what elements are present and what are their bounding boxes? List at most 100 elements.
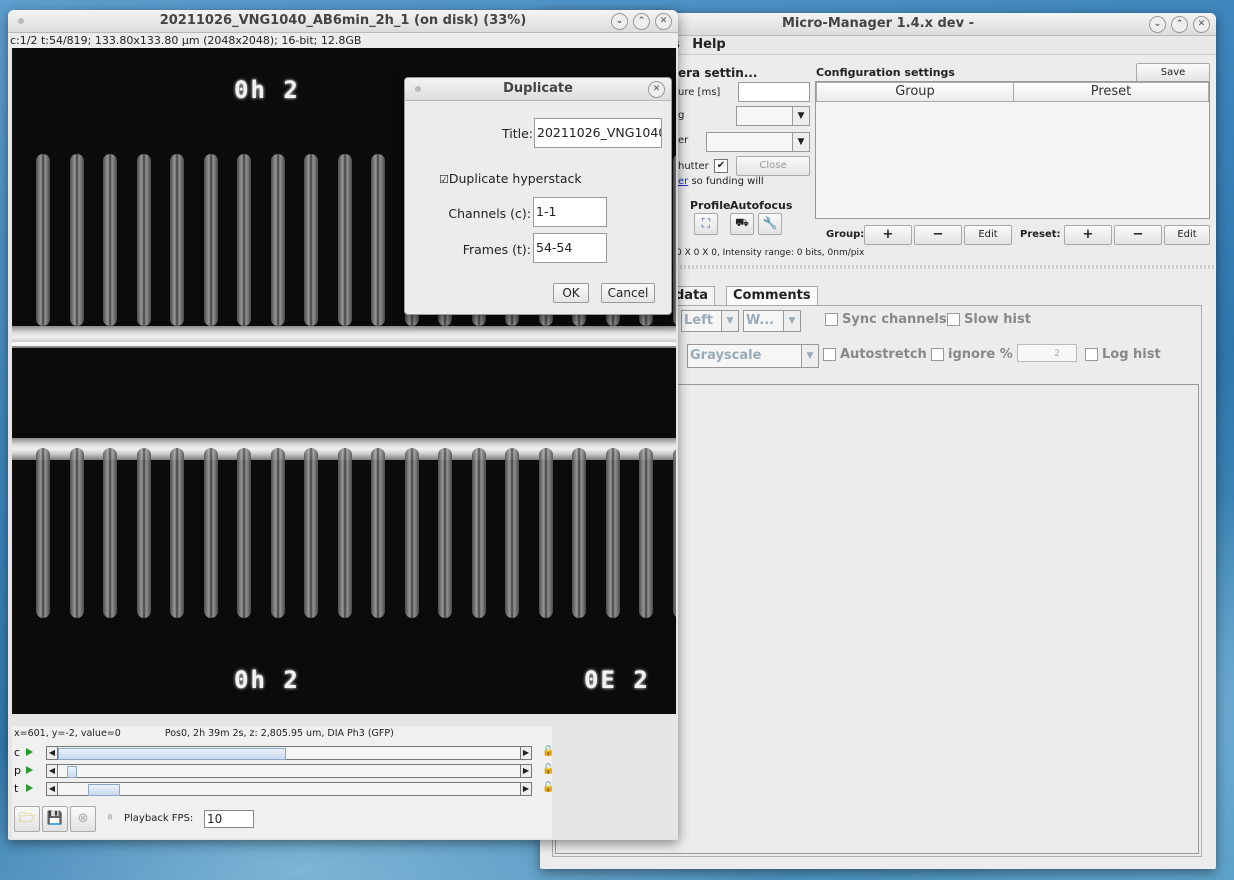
- position-label-bottom-left: 0h 2: [234, 666, 300, 694]
- growth-channel: [672, 154, 676, 326]
- duplicate-dialog-title: Duplicate: [503, 81, 573, 96]
- binning-select[interactable]: ▼: [736, 106, 810, 126]
- colormap-value: Grayscale: [690, 348, 762, 363]
- growth-channel: [371, 154, 385, 326]
- close-shutter-button[interactable]: Close: [736, 156, 810, 176]
- save-icon[interactable]: 💾: [42, 806, 68, 832]
- close-window-button[interactable]: ✕: [1193, 16, 1210, 33]
- growth-channel: [203, 154, 218, 326]
- position-scrollbar[interactable]: ◀ ▶: [46, 764, 532, 778]
- menu-item-help[interactable]: Help: [692, 37, 725, 52]
- sync-channels-checkbox[interactable]: Sync channels: [825, 312, 947, 327]
- group-column-header[interactable]: Group: [816, 82, 1014, 102]
- funding-link[interactable]: er: [678, 176, 688, 187]
- growth-channel: [538, 448, 553, 618]
- minimize-button[interactable]: ⌄: [611, 13, 628, 30]
- shutter-select[interactable]: ▼: [706, 132, 810, 152]
- maximize-button[interactable]: ⌃: [1171, 16, 1188, 33]
- growth-channel: [170, 448, 184, 618]
- close-window-button[interactable]: ✕: [655, 13, 672, 30]
- arrow-left-icon[interactable]: ◀: [47, 747, 58, 759]
- position-scroll-thumb[interactable]: [67, 766, 78, 778]
- binoculars-icon[interactable]: ⛟: [730, 213, 754, 235]
- cursor-value-text: x=601, y=-2, value=0: [14, 728, 121, 739]
- lock-icon[interactable]: 🔓: [542, 746, 554, 758]
- channel-scrollbar[interactable]: ◀ ▶: [46, 746, 532, 760]
- edit-preset-button[interactable]: Edit: [1164, 225, 1210, 245]
- edit-group-button[interactable]: Edit: [964, 225, 1012, 245]
- autostretch-label: Autostretch: [840, 347, 927, 362]
- ignore-percent-spinner[interactable]: 2: [1017, 344, 1077, 362]
- colormap-select[interactable]: Grayscale ▼: [687, 344, 819, 368]
- chevron-down-icon: ▼: [721, 311, 738, 331]
- maximize-button[interactable]: ⌃: [633, 13, 650, 30]
- auto-shutter-checkbox[interactable]: ✔: [714, 159, 728, 173]
- chevron-down-icon: ▼: [783, 311, 800, 331]
- growth-channel: [36, 448, 50, 618]
- autostretch-checkbox[interactable]: Autostretch: [823, 347, 927, 362]
- title-field[interactable]: 20211026_VNG1040: [534, 118, 662, 148]
- exposure-input[interactable]: [738, 82, 810, 102]
- chevron-down-icon: ▼: [792, 133, 809, 151]
- wrench-icon[interactable]: 🔧: [758, 213, 782, 235]
- camera-settings-title: era settin...: [678, 66, 758, 80]
- image-window-titlebar[interactable]: 20211026_VNG1040_AB6min_2h_1 (on disk) (…: [8, 10, 678, 33]
- ok-button[interactable]: OK: [553, 283, 589, 303]
- growth-channel: [136, 154, 151, 326]
- growth-channel: [505, 448, 519, 618]
- log-hist-checkbox[interactable]: Log hist: [1085, 347, 1161, 362]
- channels-field[interactable]: 1-1: [533, 197, 607, 227]
- ignore-percent-label: ignore %: [948, 347, 1013, 362]
- growth-channel: [438, 448, 452, 618]
- preset-column-header[interactable]: Preset: [1013, 82, 1209, 102]
- line-profile-icon[interactable]: ⛶: [694, 213, 718, 235]
- arrow-right-icon[interactable]: ▶: [520, 783, 531, 795]
- slow-hist-label: Slow hist: [964, 312, 1031, 327]
- window-menu-icon[interactable]: [18, 18, 24, 24]
- position-label-top-left: 0h 2: [234, 76, 300, 104]
- slow-hist-checkbox[interactable]: Slow hist: [947, 312, 1031, 327]
- ignore-percent-value: 2: [1054, 349, 1060, 359]
- minimize-button[interactable]: ⌄: [1149, 16, 1166, 33]
- growth-channel: [237, 448, 251, 618]
- save-config-button[interactable]: Save: [1136, 63, 1210, 83]
- abort-icon[interactable]: ⊗: [70, 806, 96, 832]
- group-label: Group:: [826, 229, 865, 240]
- playback-fps-input[interactable]: 10: [204, 810, 254, 828]
- window-menu-icon[interactable]: [415, 86, 421, 92]
- play-icon[interactable]: [26, 766, 33, 774]
- arrow-right-icon[interactable]: ▶: [520, 747, 531, 759]
- config-table[interactable]: Group Preset: [815, 81, 1210, 219]
- lock-icon[interactable]: 🔓: [542, 764, 554, 776]
- arrow-left-icon[interactable]: ◀: [47, 783, 58, 795]
- remove-preset-button[interactable]: −: [1114, 225, 1162, 245]
- window-mode-select[interactable]: W... ▼: [743, 310, 801, 332]
- channel-scroll-thumb[interactable]: [58, 748, 286, 760]
- duplicate-dialog-titlebar[interactable]: Duplicate ✕: [405, 78, 671, 101]
- lock-icon[interactable]: 🔓: [542, 782, 554, 794]
- add-group-button[interactable]: +: [864, 225, 912, 245]
- add-preset-button[interactable]: +: [1064, 225, 1112, 245]
- growth-channel: [639, 448, 653, 618]
- frames-field[interactable]: 54-54: [533, 233, 607, 263]
- arrow-left-icon[interactable]: ◀: [47, 765, 58, 777]
- splitter-handle[interactable]: [676, 265, 1216, 269]
- time-scrollbar[interactable]: ◀ ▶: [46, 782, 532, 796]
- log-hist-label: Log hist: [1102, 347, 1161, 362]
- time-scroll-thumb[interactable]: [88, 784, 121, 796]
- growth-channel: [337, 154, 352, 326]
- cancel-button[interactable]: Cancel: [601, 283, 655, 303]
- ignore-percent-checkbox[interactable]: ignore %: [931, 347, 1013, 362]
- tab-comments[interactable]: Comments: [726, 286, 818, 305]
- growth-channel: [270, 154, 285, 326]
- pause-icon[interactable]: ⏸: [98, 806, 122, 830]
- play-icon[interactable]: [26, 748, 33, 756]
- growth-channel: [371, 448, 385, 618]
- remove-group-button[interactable]: −: [914, 225, 962, 245]
- folder-open-icon[interactable]: 🗁: [14, 806, 40, 832]
- channel-mode-select[interactable]: Left ▼: [681, 310, 739, 332]
- play-icon[interactable]: [26, 784, 33, 792]
- arrow-right-icon[interactable]: ▶: [520, 765, 531, 777]
- duplicate-hyperstack-checkbox[interactable]: ☑Duplicate hyperstack: [439, 171, 582, 186]
- close-window-button[interactable]: ✕: [648, 81, 665, 98]
